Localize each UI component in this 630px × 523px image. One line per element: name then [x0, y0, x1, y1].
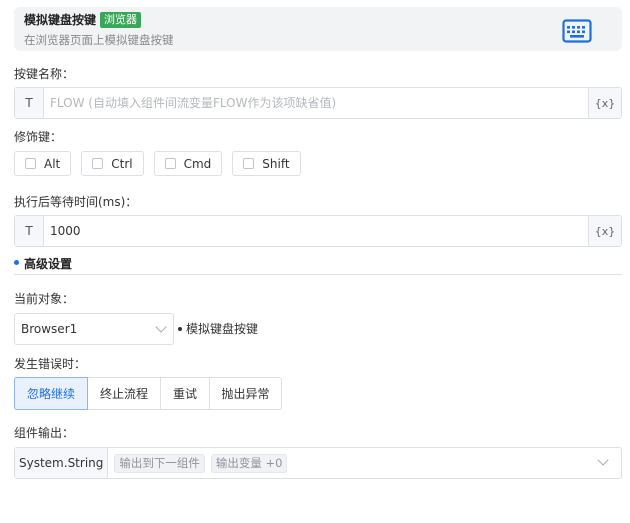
output-label: 组件输出：: [14, 426, 75, 440]
component-header: 模拟键盘按键 浏览器 在浏览器页面上模拟键盘按键: [14, 7, 622, 51]
modifier-ctrl-label: Ctrl: [111, 156, 133, 171]
modifier-cmd-checkbox[interactable]: Cmd: [153, 151, 223, 176]
checkbox-box[interactable]: [243, 158, 255, 169]
output-select[interactable]: System.String 输出到下一组件 输出变量 +0: [14, 447, 622, 479]
output-tag-next-component: 输出到下一组件: [114, 453, 205, 473]
modifier-alt-checkbox[interactable]: Alt: [14, 151, 72, 176]
browser-badge: 浏览器: [100, 11, 142, 28]
component-title-row: 模拟键盘按键 浏览器: [24, 11, 142, 28]
target-note: 模拟键盘按键: [178, 320, 258, 337]
advanced-settings-title: 高级设置: [24, 257, 73, 271]
bullet-icon: [178, 326, 182, 331]
section-bullet-icon: [14, 260, 19, 265]
on-error-throw-button[interactable]: 抛出异常: [209, 377, 282, 410]
on-error-ignore-button[interactable]: 忽略继续: [14, 377, 88, 410]
chevron-down-icon: [597, 454, 609, 466]
modifier-cmd-label: Cmd: [183, 156, 212, 171]
modifier-shift-checkbox[interactable]: Shift: [232, 151, 301, 176]
wait-time-label: 执行后等待时间(ms)：: [14, 195, 138, 209]
text-type-prefix[interactable]: T: [15, 88, 44, 118]
key-name-field: T {x}: [14, 87, 622, 119]
wait-time-field: T {x}: [14, 215, 622, 247]
on-error-retry-button[interactable]: 重试: [160, 377, 210, 410]
chevron-down-icon: [155, 321, 167, 333]
modifier-shift-label: Shift: [262, 156, 290, 171]
wait-time-input[interactable]: [44, 216, 588, 246]
on-error-label: 发生错误时：: [14, 357, 87, 371]
modifier-checkbox-group: Alt Ctrl Cmd Shift: [14, 151, 301, 176]
modifiers-label: 修饰键：: [14, 130, 63, 144]
component-title: 模拟键盘按键: [24, 13, 97, 27]
output-tag-variable: 输出变量 +0: [210, 453, 288, 473]
on-error-button-group: 忽略继续 终止流程 重试 抛出异常: [14, 377, 282, 410]
component-description: 在浏览器页面上模拟键盘按键: [24, 33, 174, 47]
on-error-terminate-button[interactable]: 终止流程: [87, 377, 161, 410]
target-label: 当前对象：: [14, 292, 75, 306]
modifier-alt-label: Alt: [44, 156, 61, 171]
advanced-settings-header: 高级设置: [14, 255, 622, 275]
keyboard-icon: [562, 19, 592, 43]
checkbox-box[interactable]: [92, 158, 104, 169]
modifier-ctrl-checkbox[interactable]: Ctrl: [81, 151, 144, 176]
checkbox-box[interactable]: [164, 158, 176, 169]
target-note-text: 模拟键盘按键: [186, 322, 259, 336]
target-select[interactable]: Browser1: [14, 313, 174, 345]
key-name-input[interactable]: [44, 88, 588, 118]
target-selected-value: Browser1: [21, 322, 78, 336]
checkbox-box[interactable]: [25, 158, 36, 169]
variable-insert-button[interactable]: {x}: [588, 216, 621, 246]
output-type: System.String: [15, 448, 109, 478]
text-type-prefix[interactable]: T: [15, 216, 44, 246]
key-name-label: 按键名称：: [14, 67, 75, 81]
variable-insert-button[interactable]: {x}: [588, 88, 621, 118]
